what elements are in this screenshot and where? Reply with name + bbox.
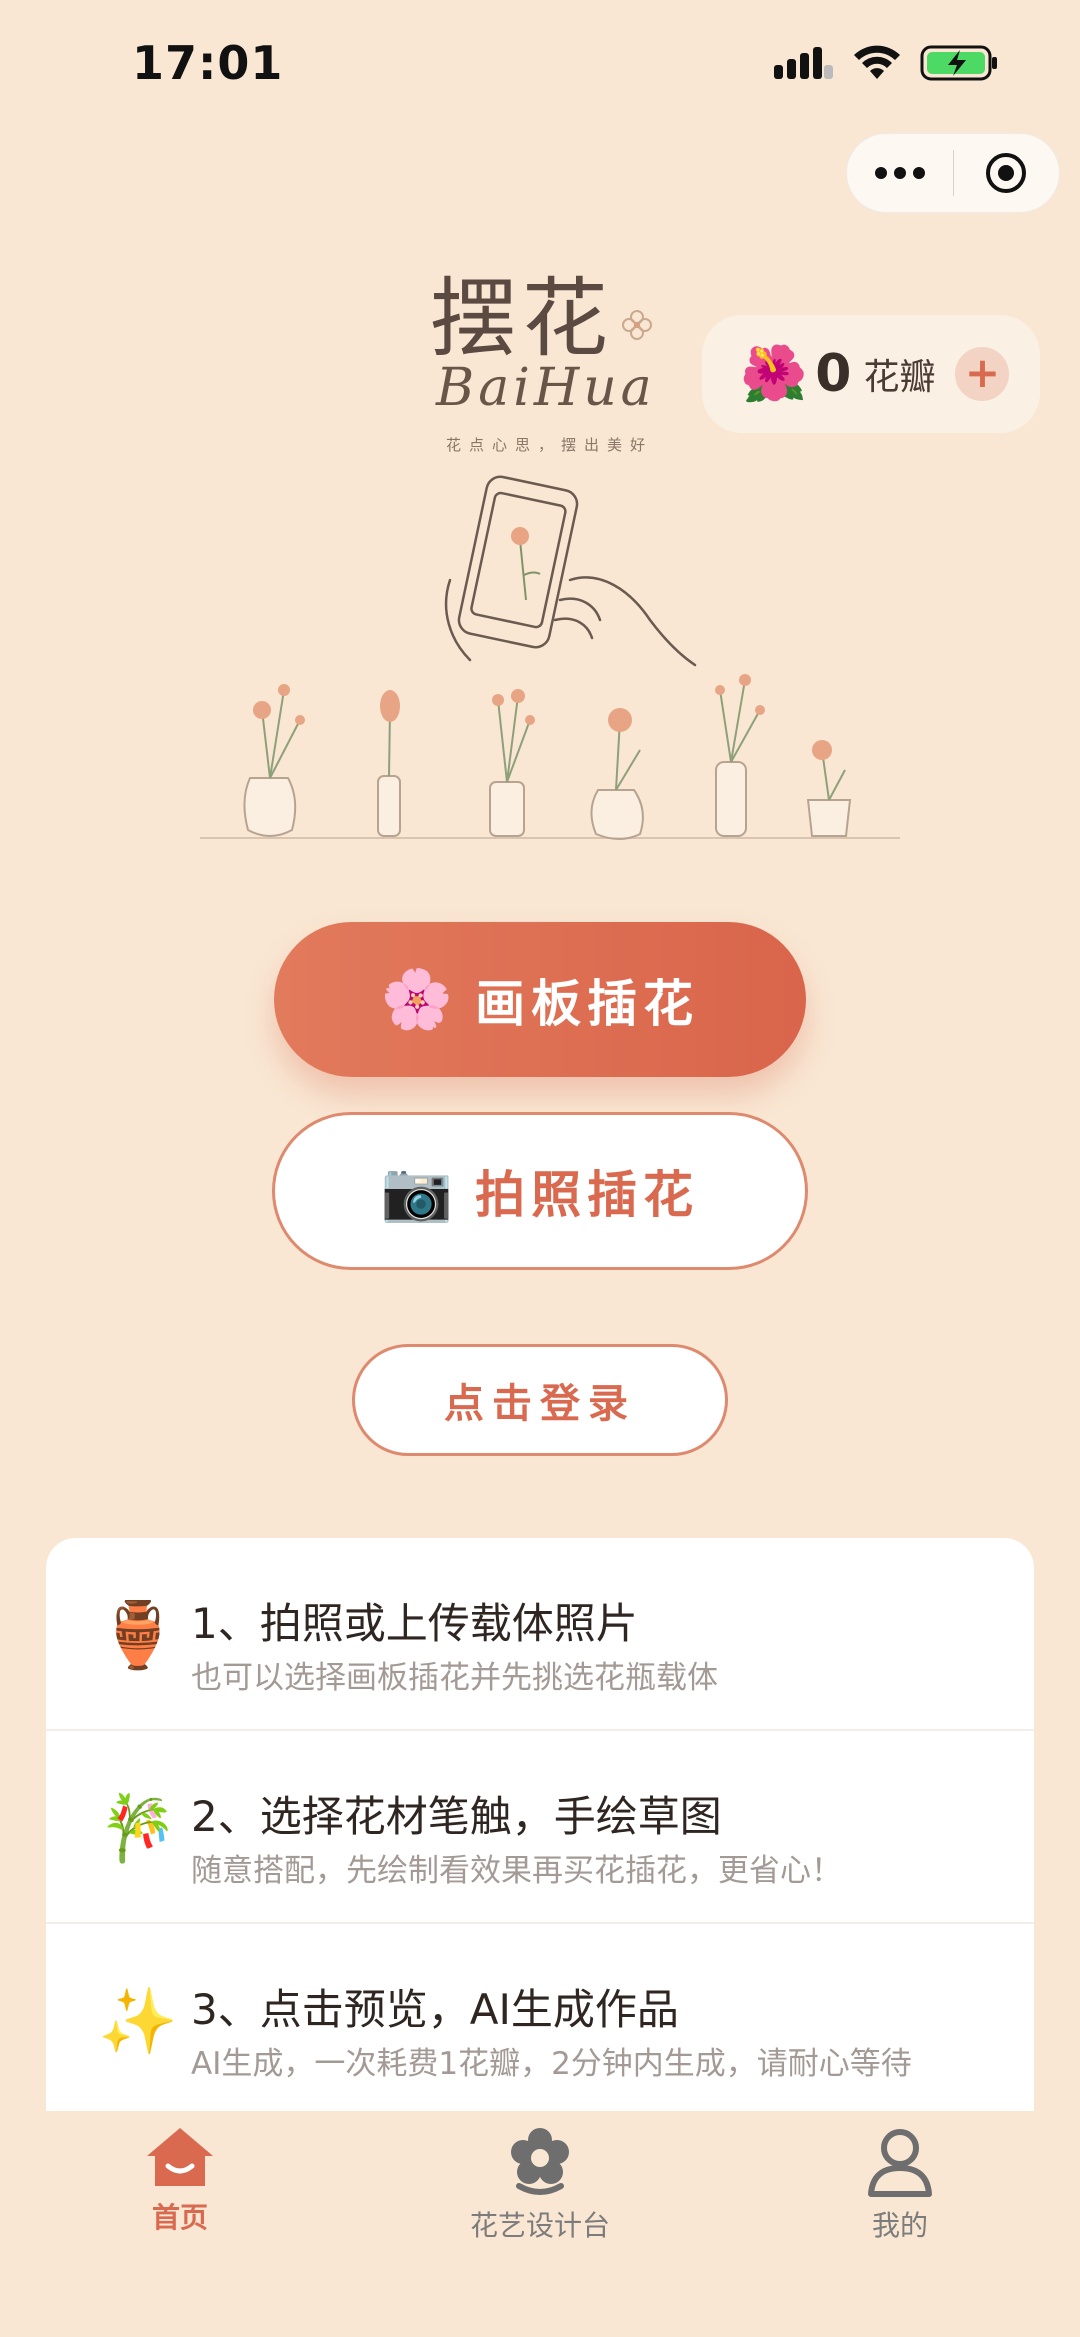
flower-vases-illustration [200, 674, 900, 840]
hibiscus-flower-icon: 🌺 [740, 342, 808, 405]
user-profile-icon [868, 2129, 932, 2197]
add-petals-button[interactable]: + [955, 347, 1010, 401]
photo-arrangement-button[interactable]: 📷 拍照插花 [272, 1112, 808, 1270]
step-description: AI生成，一次耗费1花瓣，2分钟内生成，请耐心等待 [191, 2046, 912, 2082]
step-item-3: ✨ 3、点击预览，AI生成作品 AI生成，一次耗费1花瓣，2分钟内生成，请耐心等… [46, 1924, 1034, 2117]
home-icon [147, 2128, 213, 2186]
step-description: 随意搭配，先绘制看效果再买花插花，更省心！ [191, 1853, 842, 1889]
more-button[interactable] [847, 134, 953, 212]
close-miniprogram-button[interactable] [954, 134, 1060, 212]
more-dots-icon [874, 167, 925, 179]
step-title: 3、点击预览，AI生成作品 [191, 1985, 679, 2034]
bamboo-icon: 🎋 [98, 1792, 178, 1866]
target-circle-icon [986, 153, 1027, 193]
cherry-blossom-icon: 🌸 [380, 965, 454, 1033]
cellular-signal-icon [774, 47, 833, 79]
step-item-2: 🎋 2、选择花材笔触，手绘草图 随意搭配，先绘制看效果再买花插花，更省心！ [46, 1731, 1034, 1924]
wifi-icon [854, 45, 900, 79]
photo-arrangement-label: 拍照插花 [475, 1166, 700, 1224]
tab-flower-design[interactable]: 花艺设计台 [440, 2124, 640, 2244]
small-flower-decoration-icon [622, 310, 652, 340]
petal-label: 花瓣 [863, 357, 936, 398]
logo-tagline: 花点心思，摆出美好 [446, 436, 654, 454]
amphora-icon: 🏺 [98, 1599, 178, 1673]
tab-mine-label: 我的 [871, 2209, 928, 2242]
canvas-arrangement-button[interactable]: 🌸 画板插花 [274, 922, 806, 1077]
step-item-1: 🏺 1、拍照或上传载体照片 也可以选择画板插花并先挑选花瓶载体 [46, 1538, 1034, 1731]
miniprogram-capsule [846, 133, 1060, 213]
login-button[interactable]: 点击登录 [352, 1344, 728, 1456]
status-time: 17:01 [132, 36, 284, 90]
step-title: 2、选择花材笔触，手绘草图 [191, 1792, 722, 1841]
tab-home-label: 首页 [151, 2201, 208, 2234]
steps-card: 🏺 1、拍照或上传载体照片 也可以选择画板插花并先挑选花瓶载体 🎋 2、选择花材… [46, 1538, 1034, 2128]
tab-home[interactable]: 首页 [80, 2124, 280, 2236]
canvas-arrangement-label: 画板插花 [475, 974, 700, 1033]
flower-icon [511, 2128, 569, 2195]
sparkles-icon: ✨ [98, 1985, 178, 2059]
battery-charging-icon [920, 45, 997, 81]
status-icons [774, 44, 1000, 82]
logo-title: 摆花 [430, 269, 614, 369]
petal-count: 0 [815, 344, 852, 404]
tab-flower-design-label: 花艺设计台 [469, 2209, 610, 2242]
camera-icon: 📷 [380, 1156, 454, 1225]
step-description: 也可以选择画板插花并先挑选花瓶载体 [191, 1660, 718, 1696]
tab-mine[interactable]: 我的 [800, 2124, 1000, 2244]
petal-balance-card[interactable]: 🌺 0 花瓣 + [702, 315, 1040, 433]
phone-in-hands-illustration [444, 475, 697, 667]
logo-english: BaiHua [436, 358, 656, 418]
step-title: 1、拍照或上传载体照片 [191, 1599, 638, 1648]
